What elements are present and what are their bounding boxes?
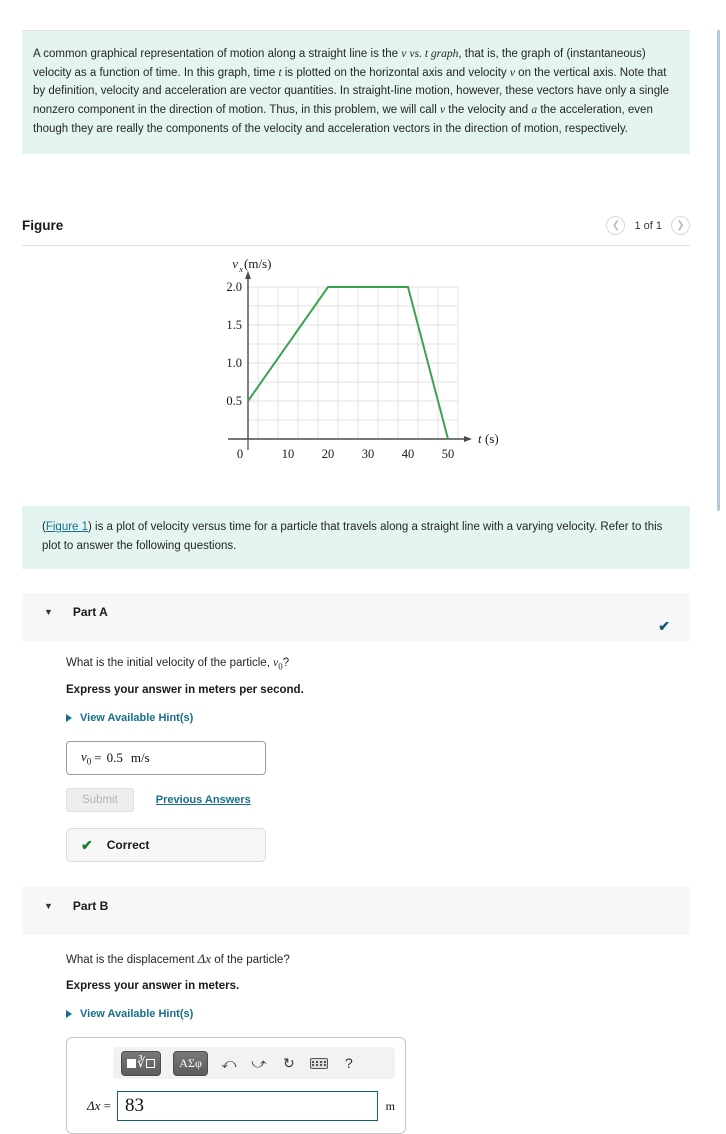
svg-text:50: 50 [442, 447, 455, 461]
greek-symbols-button[interactable]: ΑΣφ [173, 1050, 208, 1076]
svg-text:2.0: 2.0 [226, 280, 242, 294]
svg-text:1.5: 1.5 [226, 318, 242, 332]
pager-prev-button[interactable]: ❮ [606, 216, 626, 236]
part-a-answer-equals: = [94, 750, 102, 766]
svg-text:(s): (s) [485, 431, 499, 446]
part-a-label: Part A [72, 604, 108, 619]
pager-next-button[interactable]: ❯ [671, 216, 690, 236]
prompt-panel: (Figure 1) is a plot of velocity versus … [22, 506, 690, 569]
svg-text:0: 0 [237, 447, 243, 461]
triangle-right-icon [66, 1010, 72, 1019]
empty-square-icon [146, 1058, 156, 1068]
part-b-hints-toggle[interactable]: View Available Hint(s) [66, 1008, 690, 1020]
svg-text:10: 10 [282, 447, 295, 461]
part-a-answer-var: v0 [81, 749, 92, 767]
chevron-left-icon: ❮ [611, 219, 621, 231]
undo-arrow-icon[interactable]: ⤺ [220, 1053, 238, 1073]
svg-text:t: t [478, 431, 482, 446]
velocity-time-chart: 2.0 1.5 1.0 0.5 0 10 20 30 40 50 v x (m/… [0, 254, 714, 506]
part-b-answer-label: Δx = [87, 1098, 111, 1114]
part-b-question-post: of the particle? [211, 954, 290, 967]
part-b-question-symbol: Δx [197, 951, 212, 967]
part-b-body: What is the displacement Δx of the parti… [22, 935, 690, 1134]
chart-y-axis-label: v x (m/s) [232, 256, 271, 274]
triangle-right-icon [66, 714, 72, 723]
figure-title: Figure [22, 218, 64, 234]
figure-1-link[interactable]: Figure 1 [46, 521, 88, 533]
help-icon[interactable]: ? [340, 1053, 358, 1073]
part-b-input-row: Δx = 83 m [77, 1091, 395, 1122]
check-icon: ✔ [81, 836, 93, 853]
pager-count: 1 of 1 [634, 219, 662, 232]
part-a-hints-toggle[interactable]: View Available Hint(s) [66, 712, 690, 724]
svg-text:20: 20 [322, 447, 335, 461]
filled-square-icon [127, 1058, 136, 1068]
part-a-instruction: Express your answer in meters per second… [66, 684, 304, 697]
part-b-question-pre: What is the displacement [66, 954, 198, 967]
svg-text:(m/s): (m/s) [244, 256, 271, 271]
chart-x-ticklabels: 0 10 20 30 40 50 [237, 447, 454, 461]
chart-svg: 2.0 1.5 1.0 0.5 0 10 20 30 40 50 v x (m/… [226, 256, 499, 461]
part-a-status-check-icon: ✔ [658, 617, 670, 634]
figure-pager: ❮ 1 of 1 ❯ [606, 216, 690, 236]
part-a-body: What is the initial velocity of the part… [22, 641, 690, 863]
template-icon-button[interactable]: ∛ [121, 1050, 162, 1076]
svg-text:30: 30 [362, 447, 375, 461]
part-a-answer-value: 0.5 [106, 750, 123, 766]
part-b-hints-label: View Available Hint(s) [80, 1008, 194, 1021]
part-b-answer-unit: m [385, 1098, 395, 1113]
part-a-question: What is the initial velocity of the part… [66, 656, 290, 672]
part-a-actions: Submit Previous Answers [66, 788, 690, 813]
sqrt-icon: ∛ [137, 1055, 146, 1071]
part-a-hints-label: View Available Hint(s) [80, 712, 194, 725]
part-b-answer-panel: ∛ ΑΣφ ⤺ ⤻ ↻ ? Δx = 83 m [66, 1037, 406, 1134]
redo-arrow-icon[interactable]: ⤻ [250, 1053, 268, 1073]
scrollbar-thumb[interactable] [717, 30, 720, 511]
svg-text:0.5: 0.5 [226, 394, 242, 408]
reset-circle-icon[interactable]: ↻ [280, 1053, 298, 1073]
page-root: A common graphical representation of mot… [0, 30, 714, 1134]
part-a-answer-field[interactable]: v0 = 0.5 m/s [66, 741, 266, 776]
part-a-feedback-label: Correct [106, 838, 150, 853]
intro-text: A common graphical representation of mot… [33, 48, 670, 135]
caret-down-icon[interactable]: ▼ [44, 899, 53, 913]
svg-text:40: 40 [402, 447, 415, 461]
part-a-answer-unit: m/s [130, 750, 150, 766]
y-axis-arrow [245, 271, 251, 280]
part-b-label: Part B [72, 899, 109, 914]
svg-text:1.0: 1.0 [226, 356, 242, 370]
part-b-instruction: Express your answer in meters. [66, 980, 240, 993]
part-a-feedback: ✔ Correct [66, 828, 266, 863]
intro-panel: A common graphical representation of mot… [22, 30, 690, 155]
part-a-header[interactable]: ▼ Part A ✔ [22, 592, 690, 641]
chart-gridlines [248, 286, 459, 440]
scrollbar-track[interactable] [715, 30, 724, 1112]
prompt-body: ) is a plot of velocity versus time for … [42, 521, 663, 552]
chevron-right-icon: ❯ [676, 219, 685, 231]
part-b-header[interactable]: ▼ Part B [22, 887, 690, 936]
keyboard-icon [309, 1057, 328, 1069]
x-axis-arrow [464, 436, 472, 443]
caret-down-icon[interactable]: ▼ [44, 605, 53, 619]
chart-x-axis-label: t (s) [478, 431, 499, 446]
part-a-previous-answers-link[interactable]: Previous Answers [156, 794, 251, 806]
svg-text:v: v [232, 256, 238, 271]
math-toolbar: ∛ ΑΣφ ⤺ ⤻ ↻ ? [113, 1047, 395, 1080]
chart-y-ticklabels: 2.0 1.5 1.0 0.5 [226, 280, 242, 408]
figure-header: Figure ❮ 1 of 1 ❯ [22, 216, 690, 247]
part-b-question: What is the displacement Δx of the parti… [66, 951, 690, 967]
part-b-answer-input[interactable]: 83 [117, 1091, 378, 1122]
svg-text:x: x [238, 264, 243, 274]
part-a-submit-button[interactable]: Submit [66, 788, 134, 813]
